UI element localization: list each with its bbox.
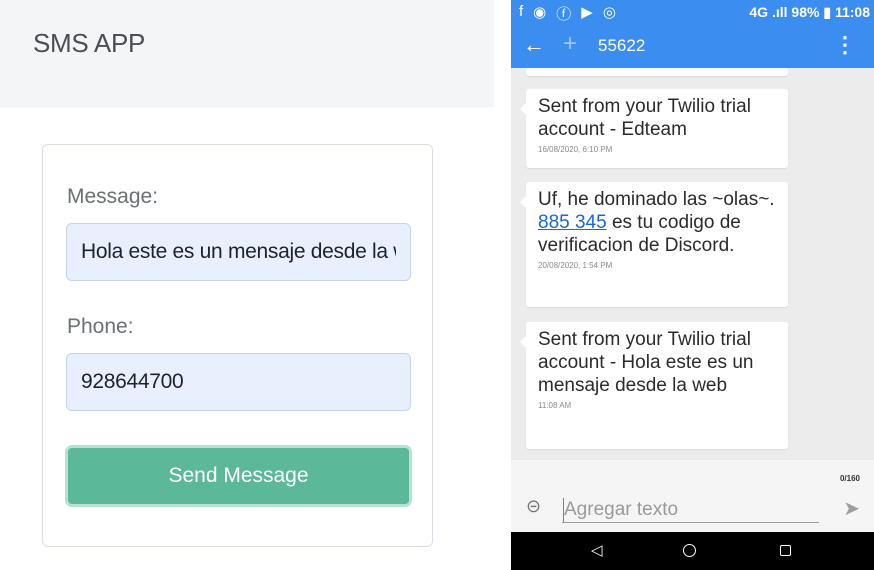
facebook-icon: f [519,3,524,20]
battery-level: 98% [791,4,820,20]
conversation-app-bar: ← + 55622 ⋮ [511,26,874,68]
send-arrow-icon[interactable]: ➤ [843,496,860,521]
phone-input[interactable] [66,353,411,411]
message-bubble-partial [526,68,788,76]
phone-screen: f ◉ ⓕ ▶ ◎ 4G .ıll 98% ▮ 11:08 ← + 55622 … [511,0,874,570]
home-circle-icon[interactable] [683,544,696,557]
messenger-icon: ◉ [533,4,547,21]
message-time: 16/08/2020, 6:10 PM [538,145,613,154]
message-text: Uf, he dominado las ~olas~. 885 345 es t… [538,188,776,257]
back-triangle-icon[interactable]: ◁ [591,541,603,559]
back-arrow-icon[interactable]: ← [523,32,545,58]
signal-icon: .ıll [771,4,788,20]
system-nav-bar: ◁ [511,532,874,570]
recents-square-icon[interactable] [780,545,791,556]
message-time: 20/08/2020, 1:54 PM [538,261,613,270]
message-bubble[interactable]: Uf, he dominado las ~olas~. 885 345 es t… [520,182,788,307]
message-label: Message: [67,185,159,208]
web-header: SMS APP [0,0,494,107]
facebook-icon: ⓕ [556,6,572,23]
message-composer: 0/160 ⊝ ➤ [511,460,874,532]
attachment-icon[interactable]: ⊝ [526,496,541,517]
send-message-button[interactable]: Send Message [65,445,412,507]
sms-form-card: Message: Phone: Send Message [42,144,433,547]
message-bubble[interactable]: Sent from your Twilio trial account - Ho… [520,322,788,449]
message-text: Sent from your Twilio trial account - Ho… [538,329,754,396]
verification-code-link[interactable]: 885 345 [538,212,607,233]
add-contact-icon[interactable]: + [563,30,577,58]
web-app: SMS APP Message: Phone: Send Message [0,0,511,570]
message-bubble[interactable]: Sent from your Twilio trial account - Ed… [520,89,788,168]
message-time: 11:08 AM [538,401,572,410]
overflow-menu-icon[interactable]: ⋮ [834,32,856,58]
sms-text-input[interactable] [562,497,819,523]
network-indicator: 4G [749,4,769,20]
phone-label: Phone: [67,315,134,338]
text-cursor [563,498,564,522]
notification-icons: f ◉ ⓕ ▶ ◎ [519,3,616,24]
youtube-icon: ▶ [581,4,593,21]
message-thread[interactable]: Sent from your Twilio trial account - Ed… [511,68,874,460]
conversation-title: 55622 [598,36,646,55]
message-text-before: Uf, he dominado las ~olas~. [538,189,775,210]
hotspot-icon: ◎ [602,4,616,21]
message-text: Sent from your Twilio trial account - Ed… [538,96,751,140]
character-counter: 0/160 [839,474,860,483]
status-right: 4G .ıll 98% ▮ 11:08 [749,4,870,21]
status-bar: f ◉ ⓕ ▶ ◎ 4G .ıll 98% ▮ 11:08 [511,0,874,26]
battery-icon: ▮ [823,4,832,20]
brand-title: SMS APP [33,28,146,58]
message-input[interactable] [66,223,411,281]
clock: 11:08 [834,4,870,20]
